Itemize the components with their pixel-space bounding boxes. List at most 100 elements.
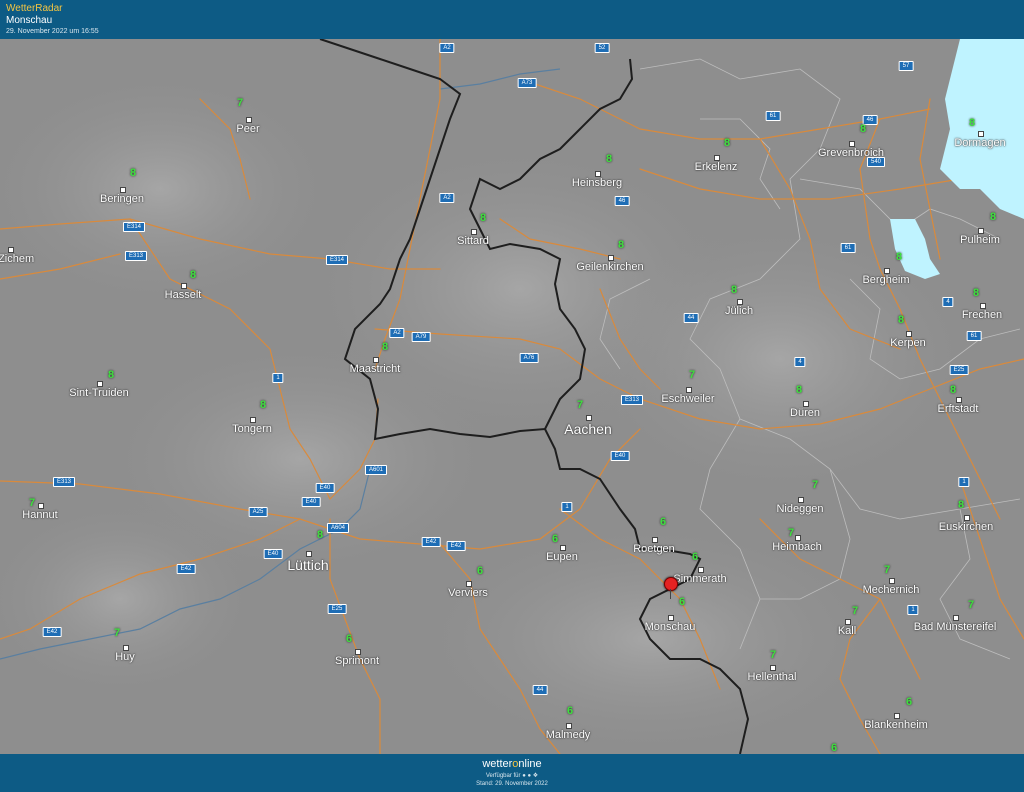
road-shield: 57: [898, 61, 914, 71]
city-label-bergheim[interactable]: Bergheim: [862, 274, 909, 286]
city-label-bad-m-nstereifel[interactable]: Bad Münstereifel: [914, 621, 997, 633]
road-shield: 46: [614, 196, 630, 206]
road-shield: E40: [610, 451, 630, 461]
temperature-d-ren: 8: [796, 384, 803, 396]
city-label-aachen[interactable]: Aachen: [564, 421, 611, 437]
temperature-blankenheim: 6: [906, 696, 913, 708]
temperature-j-lich: 8: [731, 284, 738, 296]
road-shield: 1: [907, 605, 919, 615]
temperature-euskirchen: 8: [958, 499, 965, 511]
road-shield: A604: [326, 523, 350, 533]
road-shield: A601: [364, 465, 388, 475]
city-label-hasselt[interactable]: Hasselt: [165, 289, 202, 301]
temperature-hellenthal: 7: [770, 649, 777, 661]
road-shield: 4: [942, 297, 954, 307]
road-shield: 52: [594, 43, 610, 53]
city-label-sprimont[interactable]: Sprimont: [335, 655, 379, 667]
temperature-geilenkirchen: 8: [618, 239, 625, 251]
temperature-grevenbroich: 8: [860, 123, 867, 135]
city-label-eschweiler[interactable]: Eschweiler: [661, 393, 714, 405]
city-label-malmedy[interactable]: Malmedy: [546, 729, 591, 741]
city-label-el-zichem[interactable]: el-Zichem: [0, 253, 34, 265]
city-label-sint-truiden[interactable]: Sint-Truiden: [69, 387, 129, 399]
road-shield: A73: [517, 78, 537, 88]
city-label-d-ren[interactable]: Düren: [790, 407, 820, 419]
availability-note: Verfügbar für ● ● ❖: [0, 772, 1024, 779]
road-shield: 44: [532, 685, 548, 695]
windows-icon[interactable]: ❖: [533, 773, 538, 779]
apple-icon[interactable]: ●: [527, 773, 531, 779]
city-label-verviers[interactable]: Verviers: [448, 587, 488, 599]
city-label-kall[interactable]: Kall: [838, 625, 856, 637]
city-label-mechernich[interactable]: Mechernich: [863, 584, 920, 596]
temperature-eupen: 6: [552, 533, 559, 545]
city-label-erkelenz[interactable]: Erkelenz: [695, 161, 738, 173]
city-label-dormagen[interactable]: Dormagen: [954, 137, 1005, 149]
temperature-heinsberg: 8: [606, 153, 613, 165]
app-title: WetterRadar: [6, 3, 63, 14]
temperature-heimbach: 7: [788, 527, 795, 539]
location-marker[interactable]: [664, 577, 678, 601]
road-shield: A76: [519, 353, 539, 363]
temperature-hasselt: 8: [190, 269, 197, 281]
city-label-erftstadt[interactable]: Erftstadt: [938, 403, 979, 415]
city-label-eupen[interactable]: Eupen: [546, 551, 578, 563]
road-shield: E40: [315, 483, 335, 493]
city-label-heinsberg[interactable]: Heinsberg: [572, 177, 622, 189]
temperature-simmerath: 6: [692, 551, 699, 563]
road-shield: E42: [42, 627, 62, 637]
road-shield: 61: [966, 331, 982, 341]
android-icon[interactable]: ●: [522, 773, 526, 779]
temperature-peer: 7: [237, 97, 244, 109]
city-label-l-ttich[interactable]: Lüttich: [287, 557, 328, 573]
city-label-monschau[interactable]: Monschau: [645, 621, 696, 633]
pin-stem-icon: [670, 589, 671, 599]
temperature-sittard: 8: [480, 212, 487, 224]
city-label-hannut[interactable]: Hannut: [22, 509, 57, 521]
city-label-frechen[interactable]: Frechen: [962, 309, 1002, 321]
road-shield: 1: [272, 373, 284, 383]
app-header: WetterRadar Monschau 29. November 2022 u…: [0, 0, 1024, 39]
temperature-erftstadt: 8: [950, 384, 957, 396]
temperature-frechen: 8: [973, 287, 980, 299]
temperature-roetgen: 6: [660, 516, 667, 528]
city-label-maastricht[interactable]: Maastricht: [350, 363, 401, 375]
city-label-tongern[interactable]: Tongern: [232, 423, 272, 435]
city-label-blankenheim[interactable]: Blankenheim: [864, 719, 928, 731]
city-label-j-lich[interactable]: Jülich: [725, 305, 753, 317]
city-label-grevenbroich[interactable]: Grevenbroich: [818, 147, 884, 159]
brand-logo[interactable]: wetteronline: [0, 758, 1024, 770]
temperature-hannut: 7: [29, 497, 36, 509]
road-shield: E313: [124, 251, 148, 261]
city-label-nideggen[interactable]: Nideggen: [776, 503, 823, 515]
red-pin-icon: [664, 577, 678, 591]
road-shield: E25: [949, 365, 969, 375]
temperature-kerpen: 8: [898, 314, 905, 326]
temperature-tongern: 8: [260, 399, 267, 411]
city-label-kerpen[interactable]: Kerpen: [890, 337, 925, 349]
city-label-euskirchen[interactable]: Euskirchen: [939, 521, 993, 533]
temperature-nideggen: 7: [812, 479, 819, 491]
city-label-pulheim[interactable]: Pulheim: [960, 234, 1000, 246]
city-label-roetgen[interactable]: Roetgen: [633, 543, 675, 555]
city-label-simmerath[interactable]: Simmerath: [673, 573, 726, 585]
road-shield: E40: [263, 549, 283, 559]
road-shield: E313: [52, 477, 76, 487]
availability-text: Verfügbar für: [485, 773, 521, 779]
city-label-huy[interactable]: Huy: [115, 651, 135, 663]
temperature-huy: 7: [114, 627, 121, 639]
temperature-unnamed: 6: [831, 742, 838, 754]
temperature-kall: 7: [852, 605, 859, 617]
city-label-heimbach[interactable]: Heimbach: [772, 541, 822, 553]
city-label-sittard[interactable]: Sittard: [457, 235, 489, 247]
temperature-eschweiler: 7: [689, 369, 696, 381]
temperature-monschau: 6: [679, 596, 686, 608]
temperature-aachen: 7: [577, 399, 584, 411]
radar-map[interactable]: A2 A73 52 57 61 46 540 A2 E314 E313 E314 A2 A79 A76 46…: [0, 39, 1024, 754]
city-label-hellenthal[interactable]: Hellenthal: [748, 671, 797, 683]
temperature-beringen: 8: [130, 167, 137, 179]
road-shield: A79: [411, 332, 431, 342]
city-label-beringen[interactable]: Beringen: [100, 193, 144, 205]
city-label-geilenkirchen[interactable]: Geilenkirchen: [576, 261, 643, 273]
city-label-peer[interactable]: Peer: [236, 123, 259, 135]
